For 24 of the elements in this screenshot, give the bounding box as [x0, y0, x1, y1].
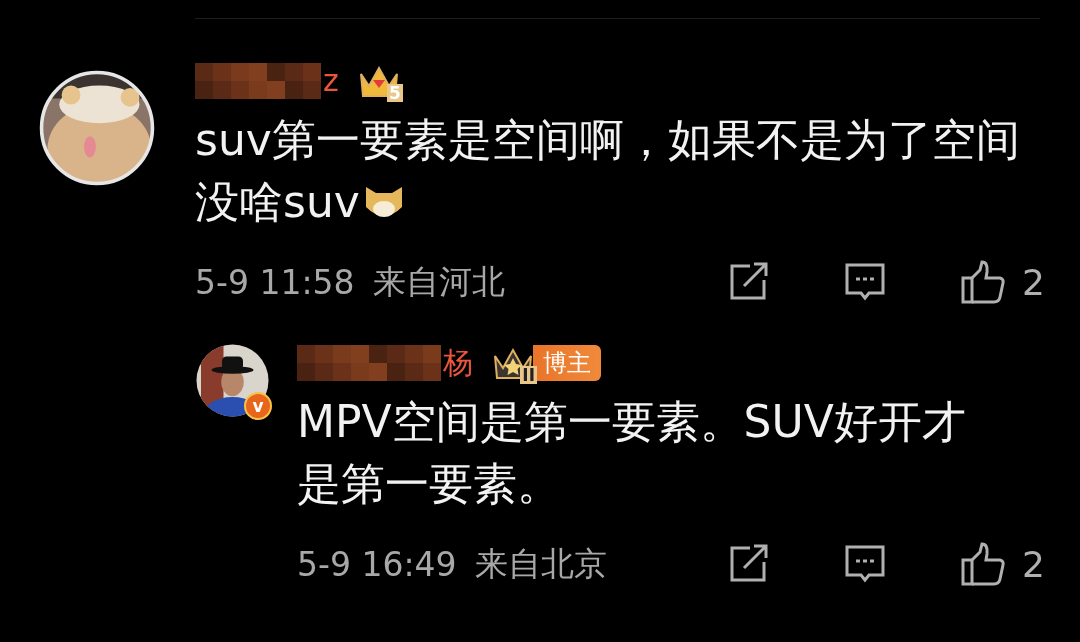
thumbs-up-icon — [960, 260, 1007, 304]
username[interactable]: z — [323, 63, 339, 99]
verified-badge: v — [244, 392, 272, 420]
comment-button[interactable] — [844, 262, 887, 302]
level-number: 5 — [386, 84, 403, 102]
location: 来自北京 — [474, 542, 607, 585]
role-tag: 博主 — [533, 345, 601, 381]
username[interactable]: 杨 — [443, 345, 473, 381]
like-button[interactable]: 2 — [960, 260, 1045, 304]
comment-text: MPV空间是第一要素。SUV好开才是第一要素。 — [297, 395, 967, 511]
thumbs-up-icon — [960, 542, 1007, 586]
share-button[interactable] — [728, 262, 771, 302]
share-icon — [728, 544, 771, 584]
timestamp: 5-9 11:58 — [195, 262, 355, 302]
level-number: II — [520, 366, 537, 384]
comment-icon — [844, 262, 887, 302]
timestamp: 5-9 16:49 — [297, 544, 457, 584]
location: 来自河北 — [372, 260, 505, 303]
share-icon — [728, 262, 771, 302]
comment-icon — [844, 544, 887, 584]
comment-text: suv第一要素是空间啊，如果不是为了空间没啥suv — [195, 113, 1021, 229]
share-button[interactable] — [728, 544, 771, 584]
like-button[interactable]: 2 — [960, 542, 1045, 586]
comment-button[interactable] — [844, 544, 887, 584]
